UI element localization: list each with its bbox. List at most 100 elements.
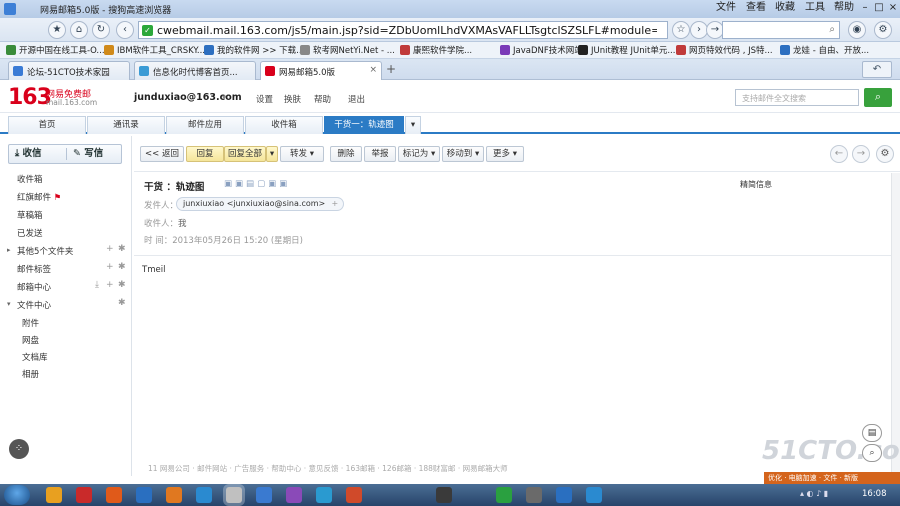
expand-icon[interactable]: ▸	[7, 246, 11, 254]
toolbar-notification[interactable]: 优化 · 电脑加速 · 文件 · 新版	[764, 472, 900, 484]
refresh-icon[interactable]: ↻	[92, 21, 110, 39]
mark-as-button[interactable]: 标记为 ▾	[398, 146, 440, 162]
book-icon[interactable]: ▤	[862, 424, 882, 442]
browser-tab[interactable]: 论坛-51CTO技术家园	[8, 61, 130, 80]
bookmark-item[interactable]: 网页特效代码 , JS特...	[676, 44, 773, 56]
browser-tab-active[interactable]: 网易邮箱5.0版 ×	[260, 61, 382, 80]
tab-apps[interactable]: 邮件应用	[166, 116, 244, 134]
zoom-icon[interactable]: ⌕	[862, 444, 882, 462]
menu-view[interactable]: 查看	[742, 0, 770, 16]
tab-current-mail[interactable]: 干货一：轨迹图	[324, 116, 404, 134]
menu-file[interactable]: 文件	[710, 0, 742, 16]
gear-icon[interactable]: ✱	[118, 244, 126, 254]
taskbar-app-icon[interactable]	[316, 487, 332, 503]
bookmark-page-icon[interactable]: ☆	[672, 21, 690, 39]
logout-link[interactable]: 退出	[348, 93, 365, 105]
tray-icons[interactable]: ▴ ◐ ♪ ▮	[800, 489, 828, 498]
settings-icon[interactable]: ⚙	[874, 21, 892, 39]
home-icon[interactable]: ⌂	[70, 21, 88, 39]
next-mail-icon[interactable]: →	[852, 145, 870, 163]
tab-contacts[interactable]: 通讯录	[87, 116, 165, 134]
reply-all-button[interactable]: 回复全部	[224, 146, 266, 162]
back-button[interactable]: << 返回	[140, 146, 184, 162]
taskbar-app-icon[interactable]	[346, 487, 362, 503]
start-button[interactable]	[4, 485, 30, 505]
taskbar-app-icon[interactable]	[286, 487, 302, 503]
gear-icon[interactable]: ⚙	[876, 145, 894, 163]
bookmark-item[interactable]: 康熙软件学院...	[400, 44, 472, 56]
folder-file-center[interactable]: 文件中心	[17, 299, 51, 311]
taskbar-app-icon[interactable]	[106, 487, 122, 503]
help-link[interactable]: 帮助	[314, 93, 331, 105]
sender-chip[interactable]: junxiuxiao <junxiuxiao@sina.com> +	[176, 197, 345, 211]
new-tab-icon[interactable]: +	[386, 62, 396, 76]
bookmark-item[interactable]: IBM软件工具_CRSKY...	[104, 44, 205, 56]
maximize-icon[interactable]: □	[872, 0, 886, 16]
add-icon[interactable]: +	[106, 262, 114, 272]
search-icon[interactable]: ⌕	[829, 24, 835, 35]
extension-icon[interactable]: ◉	[848, 21, 866, 39]
taskbar-app-icon[interactable]	[496, 487, 512, 503]
favorites-star-icon[interactable]: ★	[48, 21, 66, 39]
apps-grid-icon[interactable]: ⁘	[9, 439, 29, 459]
address-bar[interactable]: ✓ cwebmail.mail.163.com/js5/main.jsp?sid…	[138, 21, 668, 39]
subject-tool-icons[interactable]: ▣▣▤▢▣▣	[224, 179, 290, 189]
add-contact-icon[interactable]: +	[332, 198, 339, 210]
settings-link[interactable]: 设置	[256, 93, 273, 105]
menu-favorites[interactable]: 收藏	[770, 0, 800, 16]
folder-others[interactable]: 其他5个文件夹	[17, 245, 73, 257]
report-button[interactable]: 举报	[364, 146, 396, 162]
compose-button[interactable]: ✎ 写信	[73, 145, 103, 163]
folder-inbox[interactable]: 收件箱	[17, 173, 43, 185]
reply-dropdown-icon[interactable]: ▾	[266, 146, 278, 162]
previous-mail-icon[interactable]: ←	[830, 145, 848, 163]
mail-search-button[interactable]: ⌕	[864, 88, 892, 107]
taskbar-app-icon[interactable]	[526, 487, 542, 503]
taskbar-app-icon[interactable]	[46, 487, 62, 503]
quick-view-link[interactable]: 精简信息	[740, 179, 772, 190]
mail-logo[interactable]: 163	[8, 85, 52, 110]
add-icon[interactable]: +	[106, 280, 114, 290]
folder-sent[interactable]: 已发送	[17, 227, 43, 239]
receive-button[interactable]: ⤓ 收信	[15, 145, 42, 163]
folder-drafts[interactable]: 草稿箱	[17, 209, 43, 221]
account-dropdown-icon[interactable]: ▾	[222, 93, 226, 103]
more-button[interactable]: 更多 ▾	[486, 146, 524, 162]
subfolder-netdisk[interactable]: 网盘	[22, 334, 39, 346]
menu-tools[interactable]: 工具	[800, 0, 830, 16]
bookmark-item[interactable]: 开源中国在线工具-O...	[6, 44, 105, 56]
taskbar-app-icon[interactable]	[166, 487, 182, 503]
browser-search-input[interactable]: ⌕	[722, 21, 840, 39]
bookmark-item[interactable]: JavaDNF技术网站	[500, 44, 583, 56]
close-tab-icon[interactable]: ×	[369, 65, 377, 75]
move-to-button[interactable]: 移动到 ▾	[442, 146, 484, 162]
add-icon[interactable]: +	[106, 244, 114, 254]
taskbar-app-icon-active[interactable]	[226, 487, 242, 503]
download-icon[interactable]: ⤓	[95, 280, 99, 290]
forward-button[interactable]: 转发 ▾	[280, 146, 324, 162]
bookmark-item[interactable]: 软考网NetYi.Net - ...	[300, 44, 395, 56]
collapse-icon[interactable]: ▾	[7, 300, 11, 308]
taskbar-app-icon[interactable]	[256, 487, 272, 503]
tab-home[interactable]: 首页	[8, 116, 86, 134]
skin-link[interactable]: 换肤	[284, 93, 301, 105]
browser-tab[interactable]: 信息化时代博客首页...	[134, 61, 256, 80]
folder-flagged[interactable]: 红旗邮件 ⚑	[17, 191, 61, 203]
taskbar-app-icon[interactable]	[136, 487, 152, 503]
taskbar-app-icon[interactable]	[586, 487, 602, 503]
folder-labels[interactable]: 邮件标签	[17, 263, 51, 275]
gear-icon[interactable]: ✱	[118, 298, 126, 308]
tab-inbox[interactable]: 收件箱	[245, 116, 323, 134]
mail-search-input[interactable]: 支持邮件全文搜索	[735, 89, 859, 106]
bookmark-item[interactable]: JUnit教程 JUnit单元...	[578, 44, 675, 56]
close-icon[interactable]: ×	[886, 0, 900, 16]
delete-button[interactable]: 删除	[330, 146, 362, 162]
tabs-dropdown-icon[interactable]: ▾	[405, 116, 421, 134]
minimize-icon[interactable]: –	[858, 0, 872, 16]
subfolder-album[interactable]: 相册	[22, 368, 39, 380]
subfolder-docs[interactable]: 文档库	[22, 351, 48, 363]
taskbar-app-icon[interactable]	[76, 487, 92, 503]
bookmark-item[interactable]: 我的软件网 >> 下载...	[204, 44, 304, 56]
url-text[interactable]: cwebmail.mail.163.com/js5/main.jsp?sid=Z…	[157, 24, 657, 37]
taskbar-app-icon[interactable]	[556, 487, 572, 503]
